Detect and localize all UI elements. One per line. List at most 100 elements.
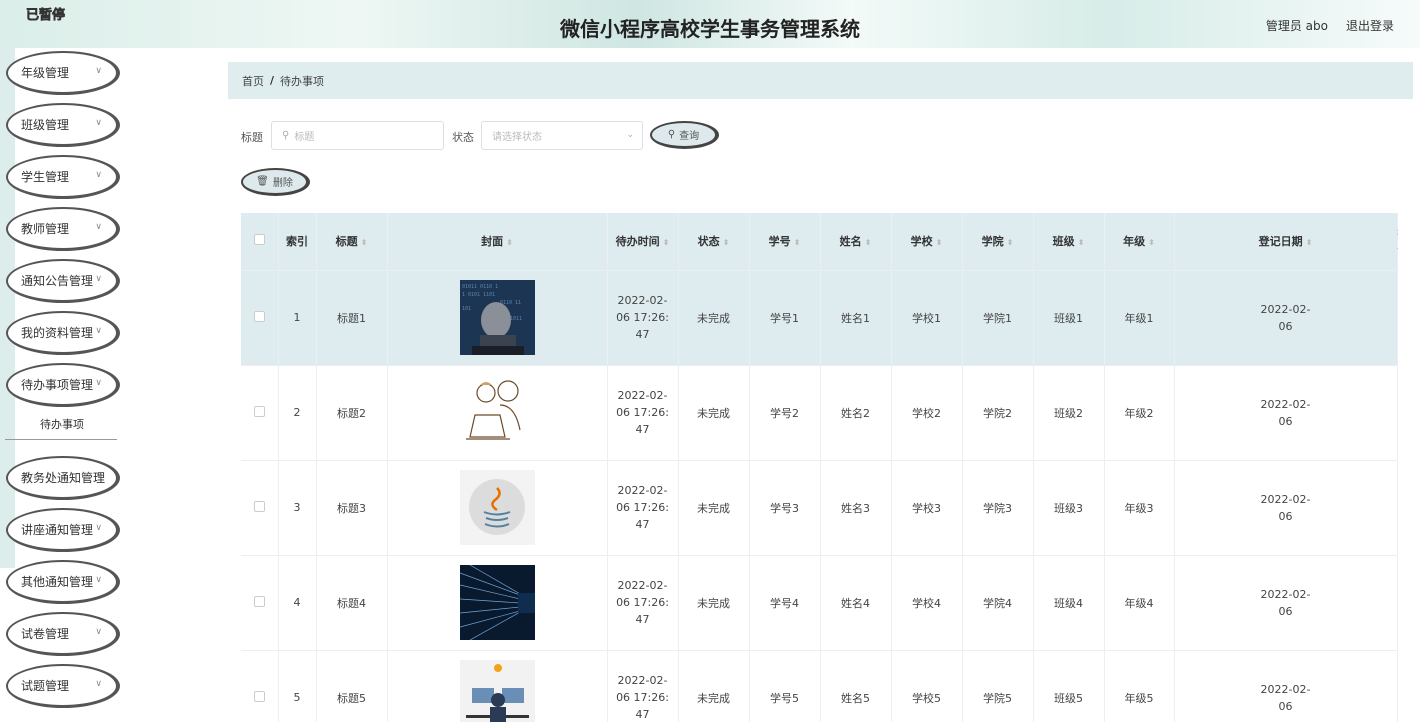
column-header[interactable]: 班级 ⬍ [1033,213,1105,271]
cell-date: 2022-02-06 [1174,555,1398,651]
sidebar-item-0[interactable]: 年级管理 ∨ [6,51,120,95]
row-checkbox[interactable] [253,405,265,417]
logout-link[interactable]: 退出登录 [1346,17,1394,34]
table-row[interactable]: 4 标题4 2022-02-06 17:26:47 未完成 学号4 姓名4 学校4 学院4 班级… [241,555,1398,651]
column-header[interactable]: 状态 ⬍ [678,213,750,271]
column-header-label: 姓名 [839,235,862,249]
sort-icon[interactable]: ⬍ [1148,238,1155,247]
time-value: 2022-02-06 17:26:47 [616,294,669,341]
cell-time: 2022-02-06 17:26:47 [607,270,679,366]
sidebar-item-8[interactable]: 讲座通知管理 ∨ [6,508,120,552]
row-checkbox[interactable] [253,310,265,322]
column-header[interactable]: 学号 ⬍ [749,213,821,271]
svg-text:1 0101 1101: 1 0101 1101 [462,292,495,298]
batch-delete-button[interactable]: 🗑 删除 [241,168,310,196]
sort-icon[interactable]: ⬍ [865,238,872,247]
sort-icon[interactable]: ⬍ [723,238,730,247]
cell-index: 5 [278,650,317,722]
cell-date: 2022-02-06 [1174,365,1398,461]
column-header[interactable]: 标题 ⬍ [316,213,388,271]
sidebar-item-1[interactable]: 班级管理 ∨ [6,103,120,147]
sidebar-item-6[interactable]: 待办事项管理 ∨ [6,363,120,407]
table-row[interactable]: 1 标题1 01011 0110 11 0101 1101 0110 11 101 101… [241,270,1398,366]
sidebar-item-label: 教师管理 [21,222,70,236]
cell-title: 标题1 [316,270,388,366]
column-header[interactable]: 待办时间 ⬍ [607,213,679,271]
chevron-down-icon: ∨ [95,627,102,637]
admin-name[interactable]: 管理员 abo [1266,17,1328,34]
table-row[interactable]: 5 标题5 2022-02-06 17:26:47 未完成 学号5 姓名5 学校5 学院5 班级… [241,650,1398,722]
column-header[interactable]: 登记日期 ⬍ [1174,213,1398,271]
trash-icon: 🗑 [256,176,269,187]
time-value: 2022-02-06 17:26:47 [616,484,669,531]
breadcrumb-home[interactable]: 首页 [242,73,264,89]
column-header[interactable]: 年级 ⬍ [1104,213,1175,271]
column-header[interactable]: 学院 ⬍ [962,213,1034,271]
cell-class: 班级5 [1033,650,1105,722]
index-value: 1 [293,311,301,324]
cell-status: 未完成 [678,270,750,366]
column-header[interactable]: 学校 ⬍ [891,213,963,271]
svg-text:01011 0110 1: 01011 0110 1 [462,284,498,290]
cell-college: 学院1 [962,270,1034,366]
user-area: 管理员 abo 退出登录 [1266,17,1394,34]
cell-school: 学校3 [891,460,963,556]
name-value: 姓名2 [841,406,871,420]
college-value: 学院2 [983,406,1013,420]
class-value: 班级5 [1054,691,1084,705]
cover-cell: 01011 0110 11 0101 1101 0110 11 101 1011 [387,270,608,366]
chevron-down-icon: ⌄ [626,130,634,140]
cell-index: 2 [278,365,317,461]
sidebar-item-9[interactable]: 其他通知管理 ∨ [6,560,120,604]
cell-name: 姓名3 [820,460,892,556]
breadcrumb-current: 待办事项 [280,74,325,88]
cell-name: 姓名2 [820,365,892,461]
chevron-down-icon: ∨ [95,679,102,689]
sidebar-item-11[interactable]: 试题管理 ∨ [6,664,120,708]
sidebar-item-5[interactable]: 我的资料管理 ∨ [6,311,120,355]
cell-college: 学院5 [962,650,1034,722]
row-checkbox[interactable] [253,595,265,607]
select-all-checkbox[interactable] [253,234,265,246]
query-button[interactable]: ⚲ 查询 [650,121,719,149]
title-input[interactable]: ⚲ 标题 [271,121,444,150]
column-header-label: 登记日期 [1258,235,1303,249]
sort-icon[interactable]: ⬍ [663,238,670,247]
svg-text:101: 101 [462,306,471,312]
grade-value: 年级5 [1124,691,1154,705]
status-select[interactable]: 请选择状态 ⌄ [481,121,643,150]
sort-icon[interactable]: ⬍ [936,238,943,247]
grade-value: 年级3 [1124,501,1154,515]
sidebar-item-label: 年级管理 [21,66,70,80]
sort-icon[interactable]: ⬍ [506,238,513,247]
sidebar-item-10[interactable]: 试卷管理 ∨ [6,612,120,656]
sidebar-item-7[interactable]: 教务处通知管理 ∨ [6,456,120,500]
sidebar-item-label: 其他通知管理 [21,575,94,589]
sidebar-item-4[interactable]: 通知公告管理 ∨ [6,259,120,303]
column-header[interactable]: 封面 ⬍ [387,213,608,271]
sort-icon[interactable]: ⬍ [794,238,801,247]
chevron-down-icon: ∨ [95,326,102,336]
sort-icon[interactable]: ⬍ [1078,238,1085,247]
sno-value: 学号3 [770,501,800,515]
table-row[interactable]: 3 标题3 2022-02-06 17:26:47 未完成 学号3 姓名3 学校3 学院3 班级… [241,460,1398,556]
table-row[interactable]: 2 标题2 2022-02-06 17:26:47 未完成 学号2 姓名2 学校2 学院2 班级… [241,365,1398,461]
time-value: 2022-02-06 17:26:47 [616,674,669,721]
sort-icon[interactable]: ⬍ [361,238,368,247]
cell-time: 2022-02-06 17:26:47 [607,650,679,722]
cell-college: 学院4 [962,555,1034,651]
submenu-item-todo[interactable]: 待办事项 [5,408,117,440]
row-checkbox[interactable] [253,500,265,512]
sidebar-item-2[interactable]: 学生管理 ∨ [6,155,120,199]
row-checkbox[interactable] [253,690,265,702]
sno-value: 学号1 [770,311,800,325]
column-header[interactable]: 姓名 ⬍ [820,213,892,271]
cell-time: 2022-02-06 17:26:47 [607,555,679,651]
school-value: 学校2 [912,406,942,420]
sort-icon[interactable]: ⬍ [1007,238,1014,247]
sidebar-item-3[interactable]: 教师管理 ∨ [6,207,120,251]
status-value: 未完成 [697,596,731,610]
index-value: 3 [293,501,301,514]
cell-date: 2022-02-06 [1174,460,1398,556]
sort-icon[interactable]: ⬍ [1306,238,1313,247]
